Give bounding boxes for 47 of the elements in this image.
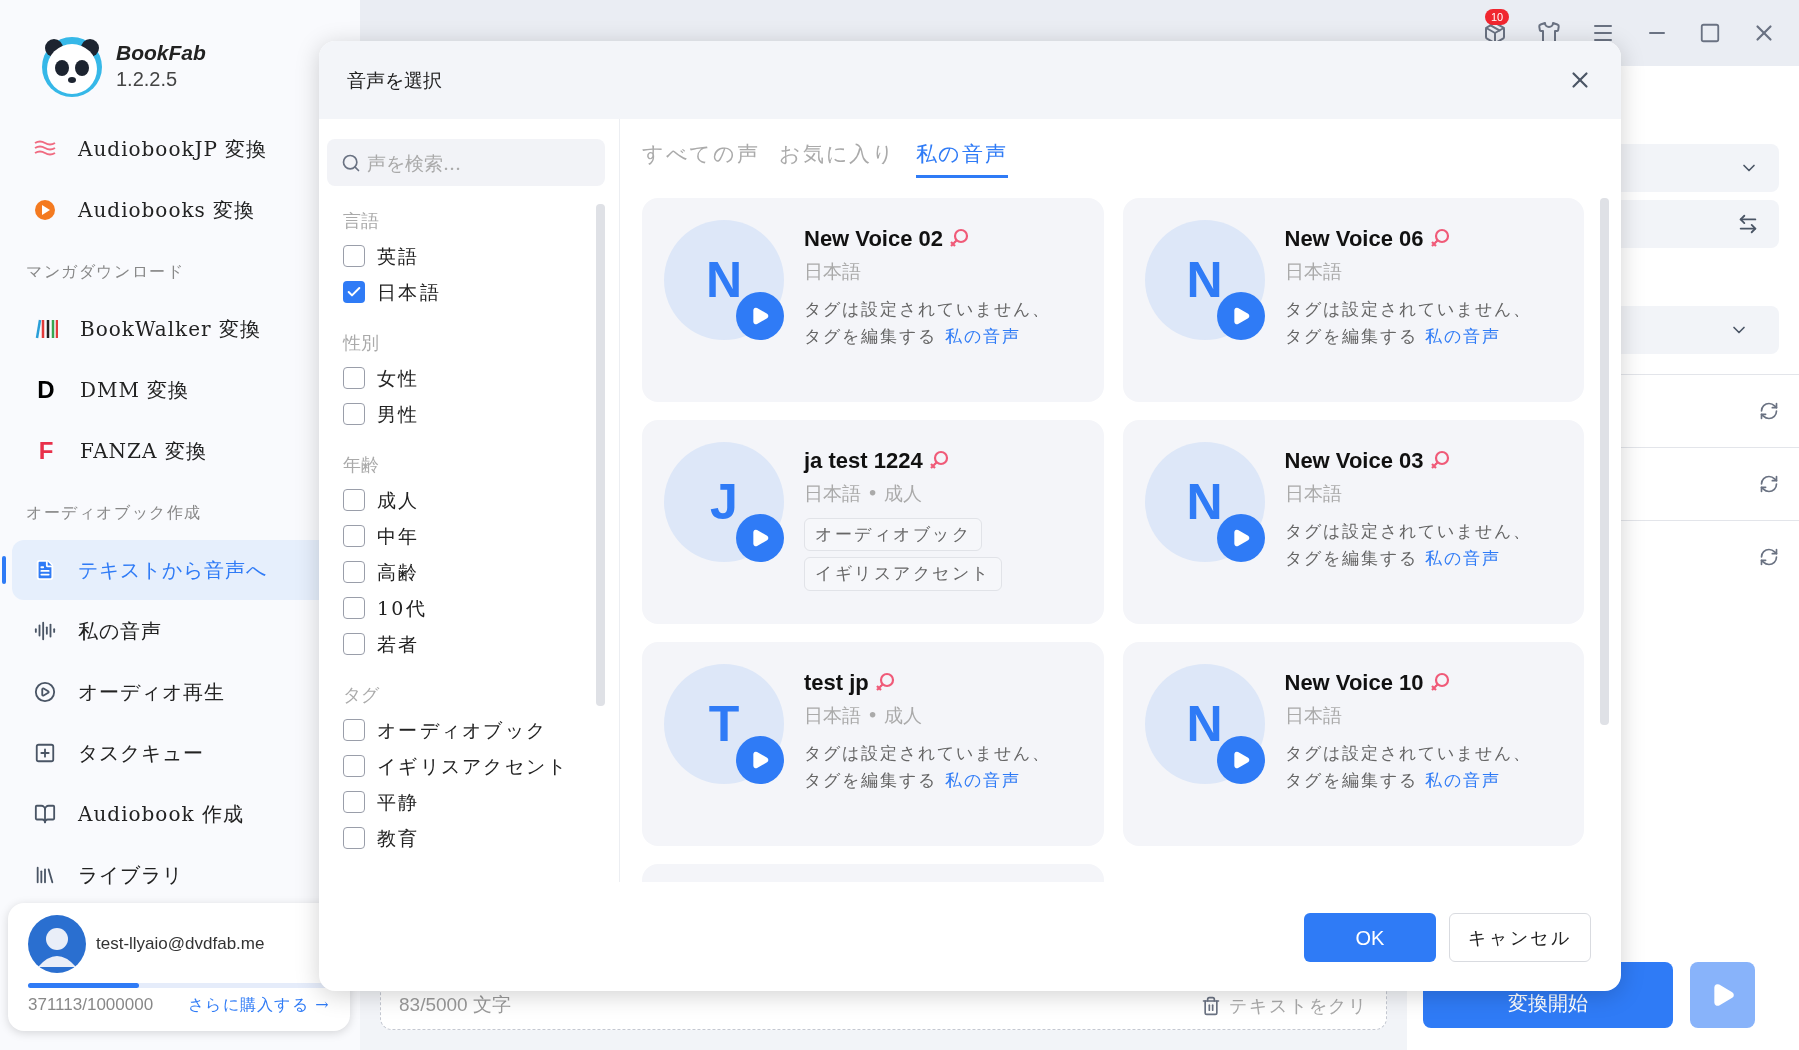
filter-group-heading: 言語 — [343, 208, 380, 233]
filter-option-label: 10代 — [377, 595, 428, 621]
section-heading: オーディオブック作成 — [26, 502, 202, 524]
no-tags-message: タグは設定されていません、タグを編集する 私の音声 — [1284, 297, 1534, 348]
voice-details: 日本語 • 成人 — [804, 481, 924, 506]
voice-name: New Voice 03 — [1284, 447, 1424, 475]
voice-name: New Voice 10 — [1284, 669, 1424, 697]
voice-name: New Voice 06 — [1284, 225, 1424, 253]
tag-chip: オーディオブック — [804, 517, 983, 551]
notification-badge: 10 — [1485, 9, 1510, 25]
voice-name: ja test 1224 — [804, 447, 923, 475]
tag-chip: イギリスアクセント — [804, 557, 1002, 591]
voice-details: 日本語 — [1284, 703, 1343, 728]
filter-group-heading: 性別 — [343, 330, 380, 355]
character-count: 83/5000 文字 — [399, 992, 511, 1017]
usage-count: 371113/1000000 — [28, 994, 154, 1016]
voice-details: 日本語 • 成人 — [804, 703, 924, 728]
no-tags-message: タグは設定されていません、タグを編集する 私の音声 — [804, 741, 1053, 792]
filter-option-label: 男性 — [377, 401, 420, 427]
filter-option-label: 若者 — [377, 631, 420, 657]
section-heading: マンガダウンロード — [26, 261, 185, 283]
filter-option-label: イギリスアクセント — [377, 753, 569, 779]
no-tags-message: タグは設定されていません、タグを編集する 私の音声 — [1284, 741, 1534, 792]
voice-details: 日本語 — [1284, 259, 1343, 284]
app-version: 1.2.2.5 — [116, 66, 179, 92]
filter-option-label: 英語 — [377, 243, 420, 269]
filter-option-label: 女性 — [377, 365, 420, 391]
filter-option-label: オーディオブック — [377, 717, 548, 743]
no-tags-message: タグは設定されていません、タグを編集する 私の音声 — [804, 297, 1053, 348]
voice-name: New Voice 02 — [804, 225, 943, 253]
filter-option-label: 日本語 — [377, 279, 441, 305]
logo-letter-icon: F — [34, 438, 58, 463]
voice-name: test jp — [804, 669, 869, 697]
filter-option-label: 平静 — [377, 789, 420, 815]
logo-letter-icon: D — [34, 377, 58, 402]
filter-option-label: 高齢 — [377, 559, 420, 585]
voice-details: 日本語 — [804, 259, 862, 284]
dialog-title: 音声を選択 — [347, 67, 442, 93]
account-email: test-llyaio@dvdfab.me — [96, 933, 265, 956]
filter-group-heading: 年齢 — [343, 452, 380, 477]
filter-option-label: 中年 — [377, 523, 420, 549]
no-tags-message: タグは設定されていません、タグを編集する 私の音声 — [1284, 519, 1534, 570]
filter-option-label: 教育 — [377, 825, 420, 851]
filter-group-heading: タグ — [343, 682, 380, 707]
filter-option-label: 成人 — [377, 487, 420, 513]
app-name: BookFab — [116, 40, 206, 67]
voice-details: 日本語 — [1284, 481, 1343, 506]
